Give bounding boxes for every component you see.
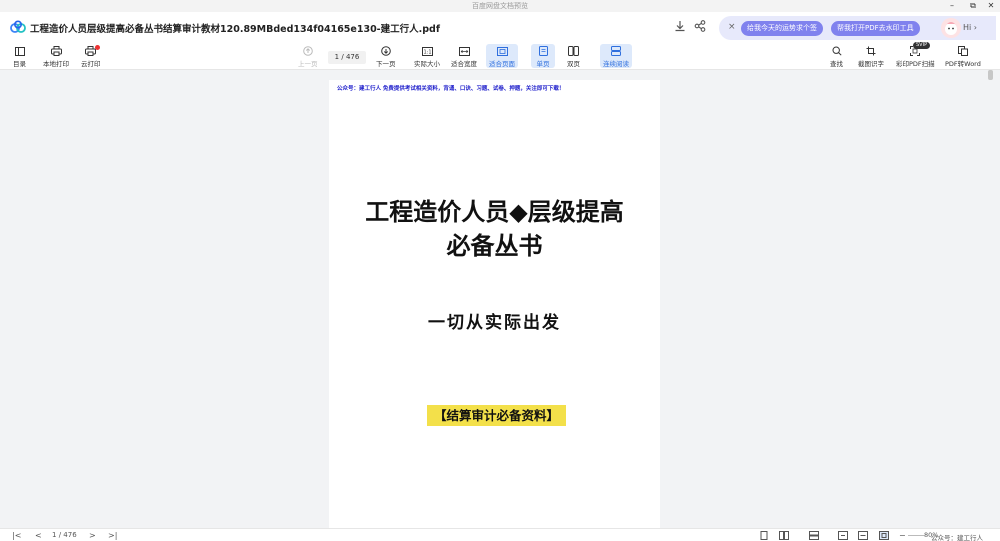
fit-width-small-icon[interactable] bbox=[858, 531, 868, 540]
double-page-icon bbox=[568, 45, 580, 57]
first-page-button[interactable]: |< bbox=[12, 530, 21, 541]
notification-dot bbox=[95, 45, 100, 50]
prev-page-label: 上一页 bbox=[298, 60, 318, 68]
promo-close-button[interactable]: × bbox=[728, 22, 736, 32]
watermark-text: 公众号：建工行人 bbox=[931, 534, 983, 541]
svip-badge: SVIP bbox=[913, 42, 931, 49]
page-subtitle: 一切从实际出发 bbox=[428, 313, 561, 333]
cloud-print-label: 云打印 bbox=[81, 60, 101, 68]
continuous-label: 连续阅读 bbox=[603, 60, 629, 68]
fit-page-small-icon[interactable] bbox=[879, 531, 889, 540]
zoom-slider[interactable] bbox=[908, 535, 924, 536]
ocr-label: 截图识字 bbox=[858, 60, 884, 68]
fit-width-icon bbox=[458, 45, 470, 57]
page-title-line2: 必备丛书 bbox=[446, 231, 543, 260]
fit-page-button[interactable]: 适合页面 bbox=[486, 44, 518, 68]
assistant-avatar[interactable] bbox=[941, 18, 961, 38]
watermark-tool-button[interactable]: 帮我打开PDF去水印工具 bbox=[831, 21, 920, 36]
status-page-indicator[interactable]: 1 / 476 bbox=[52, 530, 77, 541]
maximize-button[interactable]: ⧉ bbox=[966, 0, 980, 12]
next-page-small-button[interactable]: > bbox=[89, 530, 96, 541]
prev-page-small-button[interactable]: < bbox=[35, 530, 42, 541]
zoom-out-button[interactable]: − bbox=[899, 530, 906, 541]
actual-size-button[interactable]: 1:1 实际大小 bbox=[414, 44, 440, 68]
prev-page-icon bbox=[302, 45, 314, 57]
logo-icon bbox=[10, 20, 26, 33]
ocr-icon bbox=[865, 45, 877, 57]
print-icon bbox=[50, 45, 62, 57]
fit-page-label: 适合页面 bbox=[489, 60, 515, 68]
ai-promo-panel: × 给我今天的运势求个签 帮我打开PDF去水印工具 Hi › bbox=[719, 16, 996, 40]
fit-page-icon bbox=[496, 45, 508, 57]
assistant-greeting[interactable]: Hi › bbox=[963, 23, 977, 32]
svg-text:1:1: 1:1 bbox=[423, 49, 431, 55]
scan-pdf-label: 彩印PDF扫描 bbox=[896, 60, 935, 68]
pdf-to-word-button[interactable]: PDF转Word bbox=[945, 44, 981, 68]
viewer-toolbar: 目录 本地打印 云打印 上一页 1 / 476 下一页 1:1 实际大小 适合宽… bbox=[0, 42, 1000, 70]
ocr-button[interactable]: 截图识字 bbox=[858, 44, 884, 68]
local-print-button[interactable]: 本地打印 bbox=[43, 44, 69, 68]
pdf-page: 公众号：建工行人 免费提供考试相关资料，背诵、口诀、习题、试卷、押题，关注即可下… bbox=[329, 80, 660, 528]
single-page-label: 单页 bbox=[536, 60, 550, 68]
search-button[interactable]: 查找 bbox=[830, 44, 843, 68]
local-print-label: 本地打印 bbox=[43, 60, 69, 68]
double-page-view-icon[interactable] bbox=[779, 531, 789, 540]
window-titlebar: 百度网盘文档预览 – ⧉ ✕ bbox=[0, 0, 1000, 12]
last-page-button[interactable]: >| bbox=[108, 530, 117, 541]
outline-label: 目录 bbox=[13, 60, 26, 68]
actual-size-icon: 1:1 bbox=[421, 45, 433, 57]
page-number-input[interactable]: 1 / 476 bbox=[328, 51, 366, 64]
double-page-button[interactable]: 双页 bbox=[567, 44, 580, 68]
pdf-word-icon bbox=[957, 45, 969, 57]
fortune-prompt-button[interactable]: 给我今天的运势求个签 bbox=[741, 21, 823, 36]
single-page-view-icon[interactable] bbox=[759, 531, 769, 540]
highlighted-label: 【结算审计必备资料】 bbox=[427, 405, 566, 426]
single-page-icon bbox=[537, 45, 549, 57]
outline-icon bbox=[14, 45, 26, 57]
next-page-label: 下一页 bbox=[376, 60, 396, 68]
single-page-button[interactable]: 单页 bbox=[531, 44, 555, 68]
continuous-icon bbox=[610, 45, 622, 57]
continuous-reading-button[interactable]: 连续阅读 bbox=[600, 44, 632, 68]
actual-size-label: 实际大小 bbox=[414, 60, 440, 68]
double-page-label: 双页 bbox=[567, 60, 580, 68]
page-title-line1: 工程造价人员◆层级提高 bbox=[365, 197, 624, 226]
prev-page-button[interactable]: 上一页 bbox=[298, 44, 318, 68]
next-page-button[interactable]: 下一页 bbox=[376, 44, 396, 68]
page-notice-text: 公众号：建工行人 免费提供考试相关资料，背诵、口诀、习题、试卷、押题，关注即可下… bbox=[337, 86, 565, 92]
pdf-to-word-label: PDF转Word bbox=[945, 60, 981, 68]
fit-width-button[interactable]: 适合宽度 bbox=[451, 44, 477, 68]
share-icon[interactable] bbox=[693, 19, 707, 33]
outline-button[interactable]: 目录 bbox=[13, 44, 26, 68]
fit-width-label: 适合宽度 bbox=[451, 60, 477, 68]
next-page-icon bbox=[380, 45, 392, 57]
scrollbar-thumb[interactable] bbox=[988, 70, 993, 80]
search-label: 查找 bbox=[830, 60, 843, 68]
continuous-view-icon[interactable] bbox=[809, 531, 819, 540]
download-icon[interactable] bbox=[673, 19, 687, 33]
search-icon bbox=[831, 45, 843, 57]
window-title: 百度网盘文档预览 bbox=[472, 2, 528, 10]
minimize-button[interactable]: – bbox=[945, 0, 959, 12]
actual-size-small-icon[interactable] bbox=[838, 531, 848, 540]
status-bar: |< < 1 / 476 > >| − 80% bbox=[0, 528, 1000, 541]
document-title: 工程造价人员层级提高必备丛书结算审计教材120.89MBded134f04165… bbox=[30, 24, 440, 35]
close-window-button[interactable]: ✕ bbox=[984, 0, 998, 12]
